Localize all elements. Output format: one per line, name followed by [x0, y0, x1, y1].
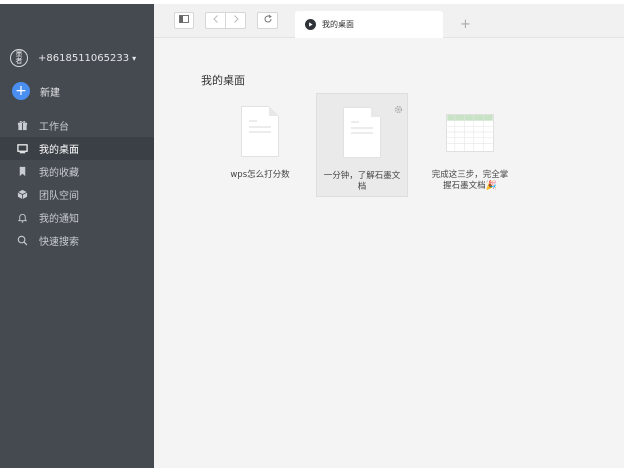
bell-icon — [16, 212, 28, 224]
gift-icon — [16, 120, 28, 132]
sidebar-top-strip — [0, 0, 154, 4]
file-item[interactable]: wps怎么打分数 — [214, 93, 306, 197]
file-name: 一分钟，了解石墨文档 — [323, 171, 401, 192]
back-button[interactable] — [205, 12, 226, 29]
sidebar-item-my-desktop[interactable]: 我的桌面 — [0, 137, 154, 160]
file-name: 完成这三步，完全掌握石墨文档🎉 — [424, 170, 516, 192]
sidebar-item-label: 工作台 — [39, 122, 69, 133]
tab-my-desktop[interactable]: 我的桌面 — [295, 11, 443, 38]
sidebar-item-label: 团队空间 — [39, 191, 79, 202]
spreadsheet-icon — [446, 114, 494, 152]
sidebar: 墨者 +8618511065233 ▾ + 新建 工作台 我的桌面 我的收藏 团… — [0, 0, 154, 468]
sidebar-item-label: 快速搜索 — [39, 237, 79, 248]
team-icon — [16, 189, 28, 201]
account-menu[interactable]: 墨者 +8618511065233 ▾ — [10, 46, 150, 70]
sidebar-item-label: 我的桌面 — [39, 145, 79, 156]
sidebar-item-label: 我的收藏 — [39, 168, 79, 179]
search-icon — [16, 235, 28, 247]
refresh-button[interactable] — [257, 12, 278, 29]
avatar-text: 墨者 — [15, 50, 23, 65]
chevron-left-icon — [211, 14, 221, 27]
file-name: wps怎么打分数 — [230, 170, 290, 180]
sidebar-item-label: 我的通知 — [39, 214, 79, 225]
sidebar-item-quick-search[interactable]: 快速搜索 — [0, 229, 154, 252]
document-icon — [241, 106, 279, 157]
sidebar-item-team-space[interactable]: 团队空间 — [0, 183, 154, 206]
toggle-sidebar-button[interactable] — [174, 12, 194, 29]
shimo-logo-icon — [305, 19, 316, 30]
sidebar-nav: 工作台 我的桌面 我的收藏 团队空间 我的通知 快速搜索 — [0, 114, 154, 252]
new-label: 新建 — [40, 87, 60, 99]
top-bar: 我的桌面 + — [154, 0, 624, 38]
sidebar-item-notifications[interactable]: 我的通知 — [0, 206, 154, 229]
bookmark-icon — [16, 166, 28, 178]
document-icon — [343, 107, 381, 158]
sidebar-panel-icon — [179, 14, 189, 27]
plus-icon: + — [12, 82, 30, 100]
new-tab-button[interactable]: + — [460, 18, 471, 31]
gear-icon[interactable] — [394, 99, 403, 114]
sidebar-item-workbench[interactable]: 工作台 — [0, 114, 154, 137]
refresh-icon — [263, 14, 273, 27]
new-button[interactable]: + 新建 — [12, 81, 132, 101]
chevron-right-icon — [231, 14, 241, 27]
page-title: 我的桌面 — [201, 74, 245, 87]
party-popper-icon: 🎉 — [485, 181, 497, 191]
account-name: +8618511065233 — [38, 52, 130, 64]
sidebar-item-favorites[interactable]: 我的收藏 — [0, 160, 154, 183]
monitor-icon — [16, 143, 28, 155]
forward-button[interactable] — [225, 12, 246, 29]
chevron-down-icon: ▾ — [132, 53, 137, 63]
file-item[interactable]: 完成这三步，完全掌握石墨文档🎉 — [424, 93, 516, 197]
avatar: 墨者 — [10, 49, 28, 67]
main-content: 我的桌面 wps怎么打分数 一分钟，了解石墨文档 完成这三步，完全掌握石墨文档🎉 — [154, 38, 624, 468]
tab-label: 我的桌面 — [322, 20, 354, 29]
file-item[interactable]: 一分钟，了解石墨文档 — [316, 93, 408, 197]
